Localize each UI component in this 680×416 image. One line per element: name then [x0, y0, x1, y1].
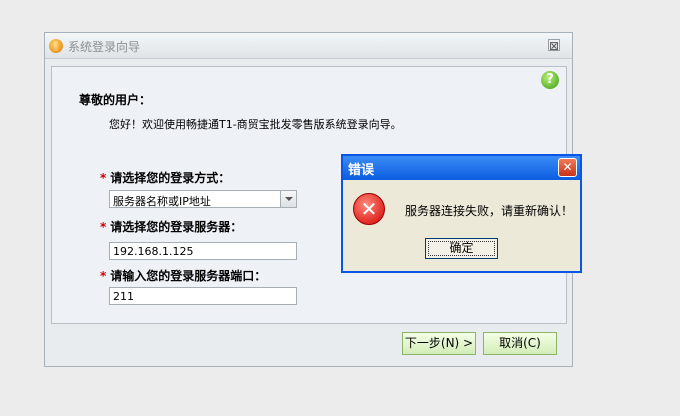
- port-input[interactable]: 211: [109, 287, 297, 305]
- app-icon: [49, 39, 63, 53]
- help-icon[interactable]: ?: [541, 71, 559, 89]
- required-mark: *: [100, 269, 107, 283]
- login-mode-select[interactable]: 服务器名称或IP地址: [109, 190, 297, 208]
- login-mode-value: 服务器名称或IP地址: [113, 195, 211, 208]
- server-input[interactable]: 192.168.1.125: [109, 242, 297, 260]
- error-dialog-title-bar[interactable]: 错误 ✕: [343, 156, 580, 180]
- greeting-text: 尊敬的用户：: [79, 93, 152, 107]
- welcome-text: 您好！欢迎使用畅捷通T1-商贸宝批发零售版系统登录向导。: [109, 118, 402, 131]
- close-icon[interactable]: ⊠: [548, 39, 560, 52]
- close-icon[interactable]: ✕: [558, 158, 577, 177]
- chevron-down-icon[interactable]: [280, 191, 296, 207]
- port-label: * 请输入您的登录服务器端口：: [100, 267, 266, 284]
- error-dialog-title: 错误: [348, 163, 375, 178]
- ok-button[interactable]: 确定: [425, 238, 498, 259]
- error-dialog: 错误 ✕ ✕ 服务器连接失败，请重新确认！ 确定: [341, 154, 582, 273]
- window-title-bar[interactable]: 系统登录向导 ⊠: [45, 33, 572, 59]
- required-mark: *: [100, 171, 107, 185]
- next-button[interactable]: 下一步(N) >: [402, 332, 476, 355]
- login-mode-label: * 请选择您的登录方式：: [100, 169, 230, 186]
- port-label-text: 请输入您的登录服务器端口：: [110, 269, 267, 283]
- error-icon: ✕: [353, 193, 385, 225]
- cancel-button[interactable]: 取消(C): [483, 332, 557, 355]
- window-title: 系统登录向导: [68, 40, 141, 54]
- required-mark: *: [100, 220, 107, 234]
- error-message: 服务器连接失败，请重新确认！: [405, 204, 574, 218]
- login-mode-label-text: 请选择您的登录方式：: [110, 171, 231, 185]
- server-label-text: 请选择您的登录服务器：: [110, 220, 243, 234]
- server-label: * 请选择您的登录服务器：: [100, 218, 242, 235]
